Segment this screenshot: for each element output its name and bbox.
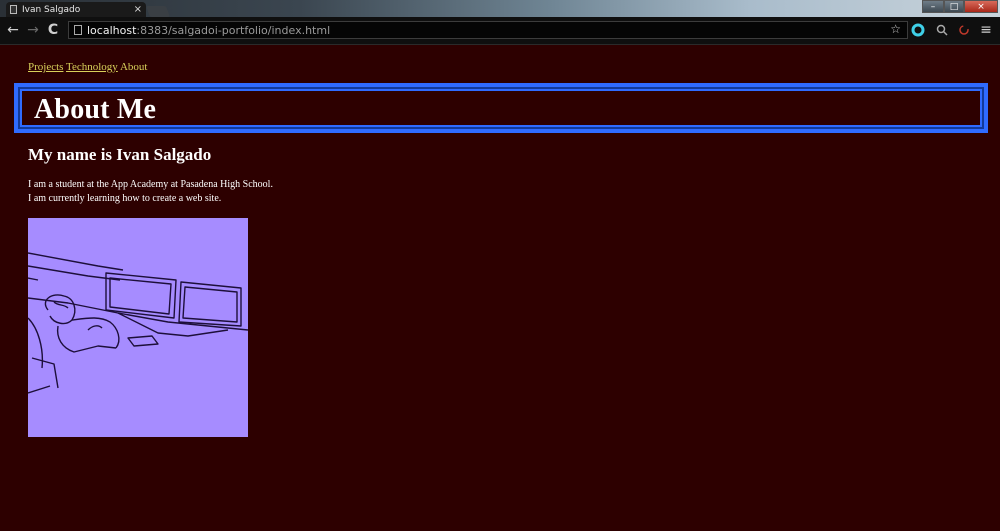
page-subtitle: My name is Ivan Salgado xyxy=(28,145,212,164)
menu-icon[interactable]: ≡ xyxy=(978,22,994,38)
back-arrow-icon[interactable]: ← xyxy=(4,21,22,39)
page-header-box: About Me xyxy=(14,83,988,133)
tab-title: Ivan Salgado xyxy=(22,4,81,15)
close-window-button[interactable]: × xyxy=(964,0,998,13)
bio-text: I am a student at the App Academy at Pas… xyxy=(28,179,273,204)
minimize-button[interactable]: – xyxy=(922,0,944,13)
page-icon xyxy=(10,5,17,14)
extension-sync-icon[interactable] xyxy=(956,22,972,38)
nav-link-projects[interactable]: Projects xyxy=(28,61,63,73)
page-title: About Me xyxy=(34,94,157,125)
nav-link-technology[interactable]: Technology xyxy=(66,61,118,73)
tab-close-icon[interactable]: × xyxy=(134,4,142,15)
browser-tab[interactable]: Ivan Salgado × xyxy=(6,2,146,17)
bookmark-star-icon[interactable]: ☆ xyxy=(890,22,901,36)
profile-photo xyxy=(28,218,248,437)
address-bar[interactable]: localhost :8383/salgadoi-portfolio/index… xyxy=(68,21,908,39)
url-path: :8383/salgadoi-portfolio/index.html xyxy=(136,23,331,37)
reload-icon[interactable]: C xyxy=(44,21,62,39)
extension-ring-icon[interactable] xyxy=(910,22,926,38)
maximize-button[interactable]: □ xyxy=(944,0,964,13)
extension-search-icon[interactable] xyxy=(934,22,950,38)
url-host: localhost xyxy=(87,23,137,37)
window-titlebar: Ivan Salgado × – □ × xyxy=(0,0,1000,17)
new-tab-button[interactable] xyxy=(145,6,171,17)
forward-arrow-icon[interactable]: → xyxy=(24,21,42,39)
page-content: Projects Technology About About Me My na… xyxy=(0,45,1000,531)
browser-toolbar: ← → C localhost :8383/salgadoi-portfolio… xyxy=(0,17,1000,45)
site-nav: Projects Technology About xyxy=(28,61,147,73)
nav-item-about: About xyxy=(119,61,148,73)
page-info-icon[interactable] xyxy=(74,25,82,35)
